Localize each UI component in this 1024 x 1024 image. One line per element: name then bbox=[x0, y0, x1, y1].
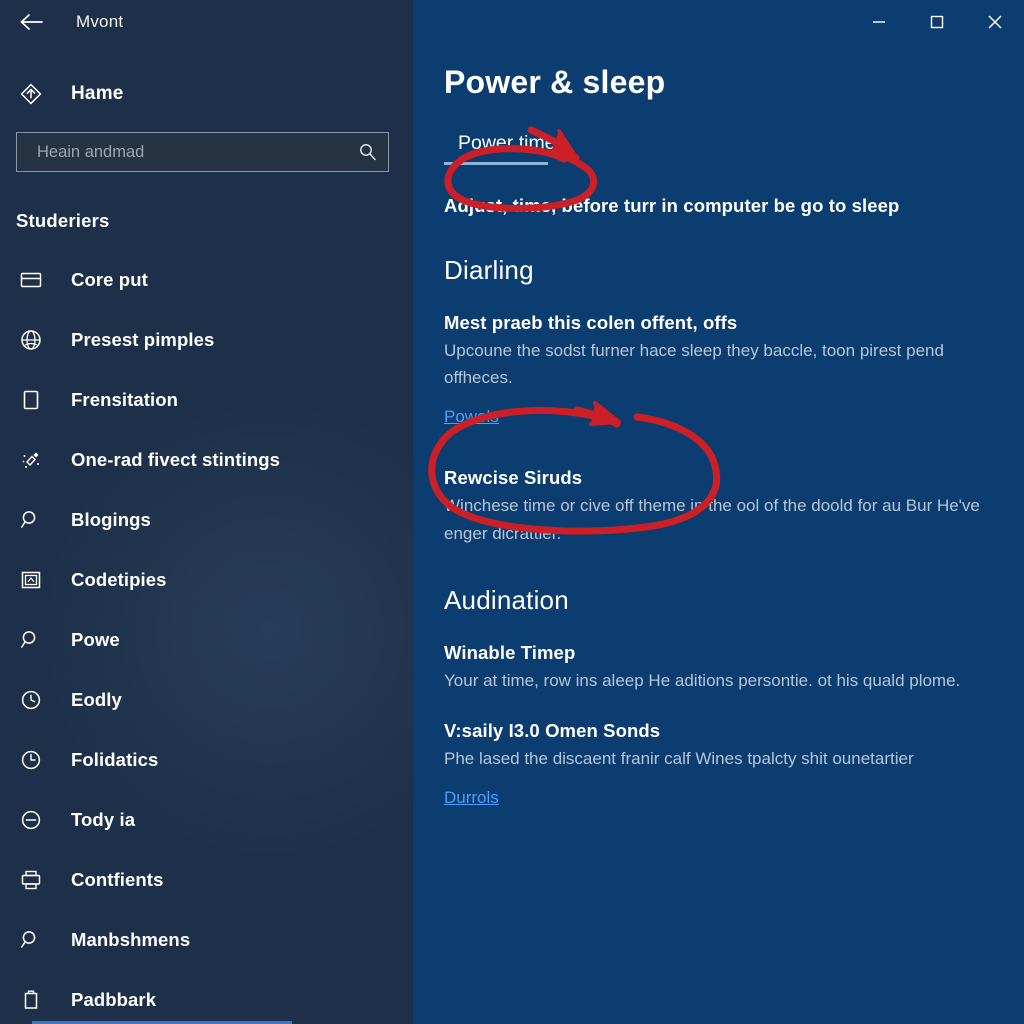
clipboard-icon bbox=[14, 988, 48, 1012]
setting-block-body: Your at time, row ins aleep He aditions … bbox=[444, 670, 961, 690]
setting-block: Winable Timep Your at time, row ins alee… bbox=[444, 642, 1024, 694]
app-title: Mvont bbox=[76, 12, 124, 31]
sidebar-item-manbshmens[interactable]: Manbshmens bbox=[0, 910, 413, 970]
sidebar-item-label: Frensitation bbox=[71, 389, 179, 410]
sidebar-item-codetipies[interactable]: Codetipies bbox=[0, 550, 413, 610]
setting-block: Mest praeb this colen offent, offs Upcou… bbox=[444, 312, 1024, 427]
sidebar-item-padbbark[interactable]: Padbbark bbox=[0, 970, 413, 1024]
setting-block-title: V:saily I3.0 Omen Sonds bbox=[444, 719, 661, 741]
sidebar-item-label: Manbshmens bbox=[71, 929, 191, 950]
search-icon bbox=[14, 508, 48, 532]
sidebar-item-eodly[interactable]: Eodly bbox=[0, 670, 413, 730]
printer-icon bbox=[14, 868, 48, 892]
tab-power-time[interactable]: Power time bbox=[444, 132, 559, 165]
search-icon[interactable] bbox=[348, 142, 388, 162]
clock-icon bbox=[14, 688, 48, 712]
minimize-icon bbox=[871, 14, 887, 30]
page-subtitle: Adjust, time, before turr in computer be… bbox=[444, 195, 900, 216]
close-icon bbox=[986, 13, 1004, 31]
setting-block-title: Mest praeb this colen offent, offs bbox=[444, 312, 738, 333]
sidebar-item-label: Eodly bbox=[71, 689, 122, 710]
sidebar-nav-list: Core put Presest pimples Frensitation On… bbox=[0, 250, 413, 1024]
page-title: Power & sleep bbox=[444, 64, 666, 100]
clock-icon bbox=[14, 748, 48, 772]
sidebar-item-label: Contfients bbox=[71, 869, 164, 890]
setting-block-body: Winchese time or cive off theme in the o… bbox=[444, 496, 980, 543]
tab-active-indicator bbox=[444, 162, 548, 165]
sidebar-item-home[interactable]: Hame bbox=[0, 72, 413, 116]
section-heading-audination: Audination bbox=[444, 584, 569, 615]
close-button[interactable] bbox=[966, 0, 1024, 44]
sidebar-item-core-put[interactable]: Core put bbox=[0, 250, 413, 310]
search-box[interactable] bbox=[16, 132, 389, 172]
setting-block-body: Upcoune the sodst furner hace sleep they… bbox=[444, 341, 944, 388]
back-button[interactable] bbox=[14, 7, 48, 37]
sidebar-item-folidatics[interactable]: Folidatics bbox=[0, 730, 413, 790]
setting-block-body: Phe lased the discaent franir calf Wines… bbox=[444, 748, 914, 768]
maximize-icon bbox=[929, 14, 945, 30]
sidebar-item-contfients[interactable]: Contfients bbox=[0, 850, 413, 910]
setting-block-title: Rewcise Siruds bbox=[444, 467, 583, 489]
sidebar-item-label: Core put bbox=[71, 269, 148, 290]
sidebar-item-label: Blogings bbox=[71, 509, 151, 530]
sidebar-item-label: Folidatics bbox=[71, 749, 159, 770]
setting-block: Rewcise Siruds Winchese time or cive off… bbox=[444, 467, 1024, 546]
main-content: Power & sleep Power time Adjust, time, b… bbox=[413, 0, 1024, 1024]
sidebar-section-heading: Studeriers bbox=[16, 210, 110, 231]
personalization-icon bbox=[14, 448, 48, 472]
search-icon bbox=[14, 928, 48, 952]
globe-icon bbox=[14, 328, 48, 352]
minimize-button[interactable] bbox=[850, 0, 908, 44]
tab-bar: Power time bbox=[444, 132, 1024, 165]
window-controls bbox=[850, 0, 1024, 44]
tablet-icon bbox=[14, 388, 48, 412]
sidebar-item-home-label: Hame bbox=[71, 83, 124, 104]
tab-power-time-label: Power time bbox=[458, 132, 556, 154]
link-durrols[interactable]: Durrols bbox=[444, 788, 499, 808]
search-icon bbox=[14, 628, 48, 652]
sidebar-item-presest-pimples[interactable]: Presest pimples bbox=[0, 310, 413, 370]
setting-block-title: Winable Timep bbox=[444, 641, 576, 663]
sidebar-item-label: Powe bbox=[71, 629, 120, 650]
link-powols[interactable]: Powols bbox=[444, 407, 499, 427]
setting-block: V:saily I3.0 Omen Sonds Phe lased the di… bbox=[444, 720, 1024, 808]
home-icon bbox=[14, 82, 48, 106]
sidebar-item-label: Tody ia bbox=[71, 809, 136, 830]
sidebar-item-one-rad-fivect-stintings[interactable]: One-rad fivect stintings bbox=[0, 430, 413, 490]
title-bar: Mvont bbox=[0, 0, 413, 44]
display-icon bbox=[14, 268, 48, 292]
sidebar-item-frensitation[interactable]: Frensitation bbox=[0, 370, 413, 430]
settings-window: Mvont Hame Heain andmad Studeriers Core … bbox=[0, 0, 1024, 1024]
sidebar-item-tody-ia[interactable]: Tody ia bbox=[0, 790, 413, 850]
sidebar-item-powe[interactable]: Powe bbox=[0, 610, 413, 670]
minus-circle-icon bbox=[14, 808, 48, 832]
sidebar-item-label: Codetipies bbox=[71, 569, 167, 590]
sidebar-item-label: Padbbark bbox=[71, 989, 157, 1010]
maximize-button[interactable] bbox=[908, 0, 966, 44]
sidebar: Mvont Hame Heain andmad Studeriers Core … bbox=[0, 0, 413, 1024]
search-input[interactable] bbox=[17, 142, 348, 162]
sidebar-item-blogings[interactable]: Blogings bbox=[0, 490, 413, 550]
sidebar-item-label: Presest pimples bbox=[71, 329, 215, 350]
apps-icon bbox=[14, 568, 48, 592]
arrow-left-icon bbox=[18, 12, 44, 32]
section-heading-diarling: Diarling bbox=[444, 255, 534, 285]
sidebar-item-label: One-rad fivect stintings bbox=[71, 449, 281, 470]
